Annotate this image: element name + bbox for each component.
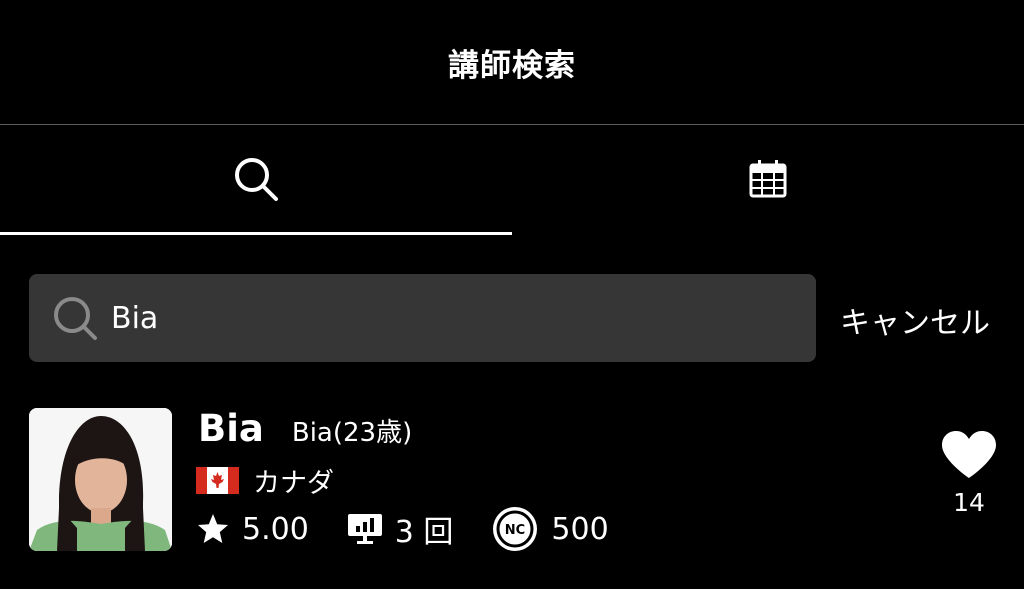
search-box <box>29 274 816 362</box>
teacher-sub-name: Bia(23歳) <box>291 418 413 448</box>
teacher-list-item[interactable]: Bia Bia(23歳) カナダ 5.00 3 回 NC 500 14 <box>0 405 1024 555</box>
rating-value: 5.00 <box>242 511 309 547</box>
favorite-button[interactable]: 14 <box>938 430 1000 517</box>
lessons-count: 3 回 <box>394 515 454 550</box>
country-label: カナダ <box>253 468 334 499</box>
name-row: Bia Bia(23歳) <box>198 407 412 450</box>
stats-row: 5.00 3 回 NC 500 <box>196 505 609 553</box>
coins-stat: NC 500 <box>491 505 609 553</box>
avatar <box>29 408 172 551</box>
active-tab-indicator <box>0 232 512 235</box>
tab-search[interactable] <box>0 125 512 237</box>
coin-icon: NC <box>491 505 539 553</box>
teacher-name: Bia <box>198 407 264 450</box>
tab-calendar[interactable] <box>512 125 1024 237</box>
search-icon <box>232 155 280 207</box>
rating-stat: 5.00 <box>196 512 309 547</box>
coins-value: 500 <box>551 511 609 547</box>
calendar-icon <box>748 159 788 203</box>
search-icon <box>51 294 99 342</box>
heart-icon <box>940 431 998 484</box>
cancel-button[interactable]: キャンセル <box>840 298 990 342</box>
star-icon <box>196 512 230 546</box>
search-input[interactable] <box>109 299 763 337</box>
country-row: カナダ <box>196 461 334 500</box>
svg-text:NC: NC <box>505 523 525 538</box>
tab-bar <box>0 125 1024 237</box>
lesson-board-icon <box>347 512 383 546</box>
favorite-count: 14 <box>953 488 985 517</box>
header: 講師検索 <box>0 0 1024 124</box>
lessons-stat: 3 回 <box>347 507 454 551</box>
page-title: 講師検索 <box>448 47 576 84</box>
canada-flag-icon <box>196 467 239 494</box>
